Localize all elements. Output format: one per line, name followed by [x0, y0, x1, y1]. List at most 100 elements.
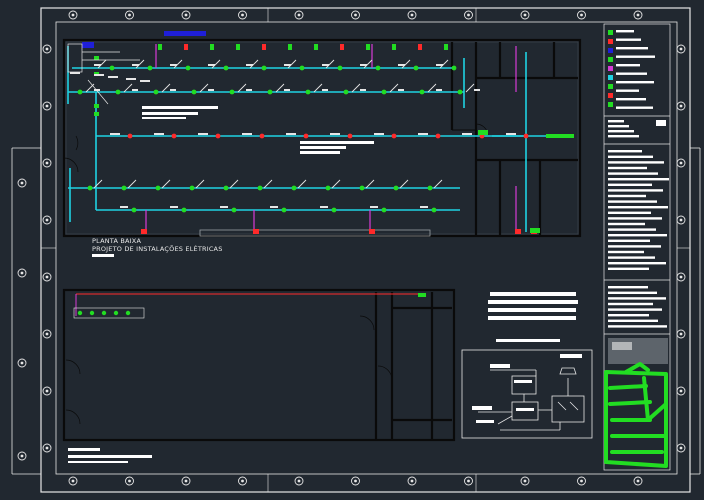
switch-symbol: [199, 83, 209, 93]
grid-bubble: [464, 10, 473, 20]
junction-box: [94, 56, 99, 60]
grid-bubble: [294, 10, 304, 20]
legend-symbol: [608, 66, 613, 71]
outlet-symbol: [515, 229, 521, 234]
circuit-tag: [246, 89, 252, 91]
light-fixture: [359, 185, 365, 191]
switch-symbol: [85, 83, 95, 93]
switch-symbol: [229, 179, 239, 189]
grid-bubble: [351, 476, 360, 486]
title-block-line: [608, 150, 642, 153]
circuit-tag: [208, 64, 215, 66]
outlet-symbol: [158, 44, 162, 50]
title-block-line: [616, 30, 634, 33]
legend-symbol: [608, 48, 613, 53]
light-fixture: [215, 133, 221, 139]
title-block-line: [608, 250, 644, 254]
title-block-line: [608, 135, 639, 138]
panel-symbol: [478, 130, 488, 135]
title-block-line: [616, 98, 646, 101]
light-fixture: [267, 89, 273, 95]
light-fixture: [231, 207, 237, 213]
grid-bubble: [17, 358, 27, 368]
light-fixture: [419, 89, 425, 95]
light-fixture: [181, 207, 187, 213]
light-fixture: [121, 185, 127, 191]
outlet-symbol: [369, 229, 375, 234]
circuit-tag: [242, 133, 252, 135]
light-fixture: [325, 185, 331, 191]
grid-bubble: [633, 476, 643, 486]
lower-plan-devices: [77, 293, 426, 316]
switch-symbol: [389, 83, 399, 93]
light-fixture: [393, 185, 399, 191]
light-fixture: [77, 89, 83, 95]
grid-bubble: [676, 386, 686, 396]
title-block-line: [608, 172, 658, 175]
circuit-tag: [420, 206, 428, 208]
grid-bubbles-right: [676, 44, 686, 453]
switch-symbol: [275, 83, 285, 93]
light-fixture: [331, 207, 337, 213]
grid-bubble: [520, 476, 530, 486]
switch-symbol: [465, 83, 475, 93]
switch-symbol: [433, 179, 443, 189]
light-fixture: [435, 133, 441, 139]
light-fixture: [391, 133, 397, 139]
grid-bubble: [42, 44, 52, 54]
panel-highlight-small: [82, 42, 94, 48]
circuit-tag: [108, 76, 118, 78]
light-fixture: [523, 133, 529, 139]
light-fixture: [347, 133, 353, 139]
switch-symbol: [161, 83, 171, 93]
light-fixture: [185, 65, 191, 71]
light-fixture: [101, 310, 107, 316]
circuit-tag: [322, 64, 329, 66]
circuit-tag: [284, 89, 290, 91]
title-block-line: [608, 286, 648, 289]
legend-symbol: [608, 93, 613, 98]
switch-symbol: [237, 83, 247, 93]
grid-bubble: [42, 272, 52, 282]
title-block-line: [608, 211, 651, 214]
grid-bubble: [407, 476, 417, 486]
outlet-symbol: [184, 44, 188, 50]
light-fixture: [305, 89, 311, 95]
circuit-tag: [94, 64, 101, 66]
circuit-tag: [140, 80, 150, 82]
grid-bubble: [294, 476, 304, 486]
lower-floor-plan-walls: [62, 288, 456, 442]
title-block-line: [608, 130, 634, 133]
title-block-line: [608, 314, 649, 317]
grid-bubble: [238, 10, 247, 20]
grid-bubble: [351, 10, 360, 20]
title-block-line: [608, 222, 645, 226]
title-block-line: [608, 239, 650, 242]
light-fixture: [89, 310, 95, 316]
grid-bubble: [676, 443, 686, 453]
light-fixture: [125, 310, 131, 316]
light-fixture: [153, 89, 159, 95]
circuit-tag: [154, 133, 164, 135]
grid-bubble: [676, 215, 686, 225]
title-block-line: [608, 183, 652, 186]
circuit-tag: [506, 133, 516, 135]
switch-symbol: [127, 179, 137, 189]
circuit-tag: [246, 64, 253, 66]
circuit-tag: [286, 133, 296, 135]
circuit-tag: [126, 78, 136, 80]
switch-symbol: [263, 179, 273, 189]
light-fixture: [375, 65, 381, 71]
title-block-line: [608, 178, 669, 181]
light-fixture: [115, 89, 121, 95]
title-block-line: [608, 166, 647, 170]
light-fixture: [413, 65, 419, 71]
panel-symbol: [418, 293, 426, 297]
panel-highlight: [164, 31, 206, 36]
grid-bubble: [125, 476, 134, 486]
title-block-line: [608, 267, 649, 270]
grid-bubble: [17, 268, 27, 278]
light-fixture: [381, 89, 387, 95]
title-block-line: [616, 64, 640, 67]
switch-symbol: [297, 179, 307, 189]
